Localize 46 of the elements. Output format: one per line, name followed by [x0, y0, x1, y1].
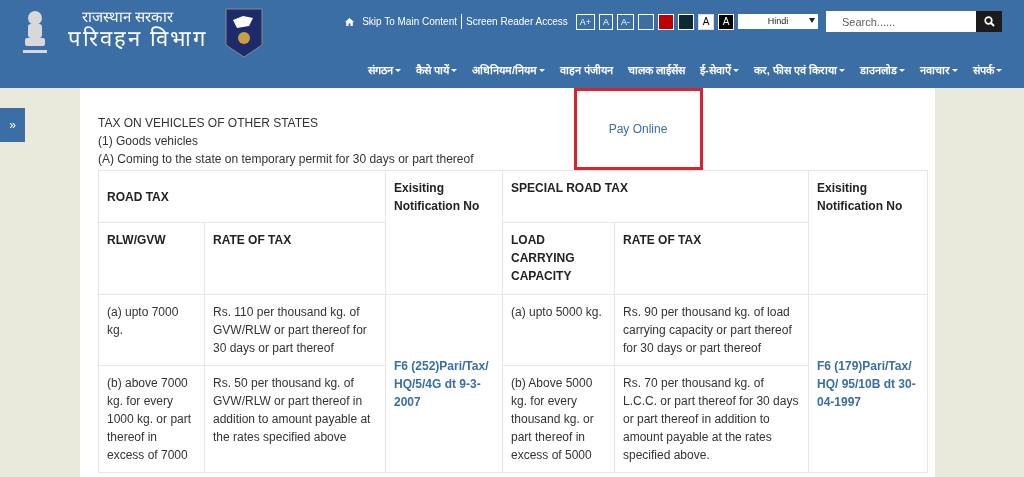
- table-cell: Rs. 90 per thousand kg. of load carrying capacity or part thereof for 30 days or part thereof: [614, 294, 809, 366]
- skip-link[interactable]: Skip To Main Content: [362, 14, 462, 29]
- search-field[interactable]: Search......: [826, 11, 976, 32]
- column-header: LOAD CARRYING CAPACITY: [502, 222, 615, 295]
- nav-menu-item[interactable]: कैसे पायें: [415, 62, 457, 79]
- sidebar-toggle[interactable]: »: [0, 108, 25, 142]
- font-size-button[interactable]: A: [599, 13, 613, 30]
- theme-swatch[interactable]: A: [718, 13, 734, 30]
- nav-menu-item[interactable]: डाउनलोड: [860, 62, 905, 79]
- intro-text: (1) Goods vehicles: [98, 133, 200, 150]
- search-button[interactable]: [976, 11, 1002, 32]
- table-cell: (a) upto 5000 kg.: [502, 294, 615, 366]
- department-logo-icon: [225, 8, 264, 58]
- pay-online-link[interactable]: Pay Online: [608, 120, 668, 138]
- nav-menu-item[interactable]: संगठन: [367, 62, 401, 79]
- nav-menu-item[interactable]: वाहन पंजीयन: [559, 62, 614, 79]
- intro-text: (A) Coming to the state on temporary permit for 30 days or part thereof: [98, 151, 474, 168]
- nav-menu-item[interactable]: कर, फीस एवं किराया: [753, 62, 845, 79]
- table-cell: Rs. 110 per thousand kg. of GVW/RLW or part thereof for 30 days or part thereof: [204, 294, 386, 366]
- theme-swatch[interactable]: [658, 13, 674, 30]
- table-cell: (b) above 7000 kg. for every 1000 kg. or part thereof in excess of 7000: [98, 365, 205, 473]
- government-name: राजस्थान सरकार: [81, 8, 175, 26]
- department-title: परिवहन विभाग: [68, 26, 208, 53]
- theme-swatch[interactable]: [638, 13, 654, 30]
- nav-menu-item[interactable]: अधिनियम/नियम: [471, 62, 545, 79]
- column-header: Exisiting Notification No: [385, 170, 503, 295]
- column-header: Exisiting Notification No: [808, 170, 928, 295]
- column-header: ROAD TAX: [98, 170, 386, 223]
- screen-reader-link[interactable]: Screen Reader Access: [466, 14, 568, 29]
- emblem-icon: [20, 8, 50, 56]
- theme-swatch[interactable]: A: [698, 13, 714, 30]
- column-header: SPECIAL ROAD TAX: [502, 170, 809, 223]
- column-header: RLW/GVW: [98, 222, 205, 295]
- nav-menu-item[interactable]: ई-सेवाऐं: [700, 62, 739, 79]
- theme-swatch[interactable]: [678, 13, 694, 30]
- home-icon: [345, 17, 355, 26]
- font-size-button[interactable]: A+: [575, 13, 595, 30]
- nav-menu-item[interactable]: संपर्क: [973, 62, 1002, 79]
- search-icon: [983, 16, 995, 27]
- font-size-button[interactable]: A-: [617, 13, 634, 30]
- table-cell: (a) upto 7000 kg.: [98, 294, 205, 366]
- nav-menu-item[interactable]: चालक लाईसेंस: [628, 62, 686, 79]
- nav-menu-item[interactable]: नवाचार: [920, 62, 958, 79]
- language-select[interactable]: Hindi: [738, 14, 818, 29]
- intro-text: TAX ON VEHICLES OF OTHER STATES: [98, 115, 320, 132]
- table-cell: (b) Above 5000 kg. for every thousand kg. or part thereof in excess of 5000: [502, 365, 615, 473]
